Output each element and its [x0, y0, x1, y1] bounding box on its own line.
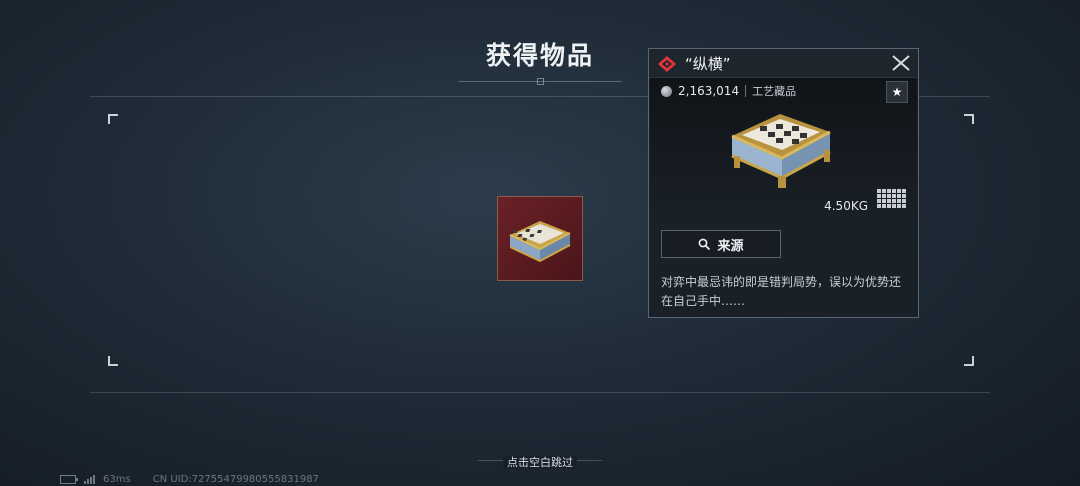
signal-icon: [84, 475, 95, 484]
item-detail-panel: “纵横” 2,163,014 工艺藏品 ★ 4.50KG 来源 对弈中最忌讳的即…: [648, 48, 919, 318]
close-button[interactable]: [890, 52, 912, 74]
chess-box-icon: [509, 221, 571, 263]
item-name: “纵横”: [685, 55, 731, 73]
corner-bottom-left: [108, 356, 118, 366]
item-category: 工艺藏品: [752, 85, 797, 98]
panel-header: “纵横”: [649, 49, 918, 78]
item-weight: 4.50KG: [824, 199, 868, 213]
item-value: 2,163,014: [678, 84, 740, 98]
status-bar: 63ms CN UID:72755479980555831987: [60, 474, 319, 485]
corner-top-left: [108, 114, 118, 124]
ping-text: 63ms: [103, 474, 131, 485]
hud-bottom-line: [90, 392, 990, 393]
hud-title-dot: [537, 78, 544, 85]
inventory-size-icon: [877, 189, 906, 208]
close-icon: [892, 55, 910, 71]
star-icon: ★: [891, 85, 903, 99]
battery-icon: [60, 475, 78, 484]
value-row: 2,163,014 工艺藏品: [661, 83, 796, 99]
skip-hint-text: 点击空白跳过: [503, 456, 577, 469]
favorite-button[interactable]: ★: [886, 81, 908, 103]
corner-top-right: [964, 114, 974, 124]
skip-hint[interactable]: 点击空白跳过: [478, 454, 602, 470]
source-label: 来源: [717, 238, 744, 254]
source-button[interactable]: 来源: [661, 230, 781, 258]
corner-bottom-right: [964, 356, 974, 366]
item-description: 对弈中最忌讳的即是错判局势，误以为优势还在自己手中……: [661, 275, 902, 308]
uid-text: CN UID:72755479980555831987: [152, 474, 319, 485]
page-title: 获得物品: [485, 41, 594, 70]
search-icon: [699, 238, 711, 250]
obtained-item-slot[interactable]: [497, 196, 583, 281]
coin-icon: [661, 85, 672, 97]
divider: [745, 85, 747, 97]
rarity-diamond-icon: [658, 56, 676, 72]
